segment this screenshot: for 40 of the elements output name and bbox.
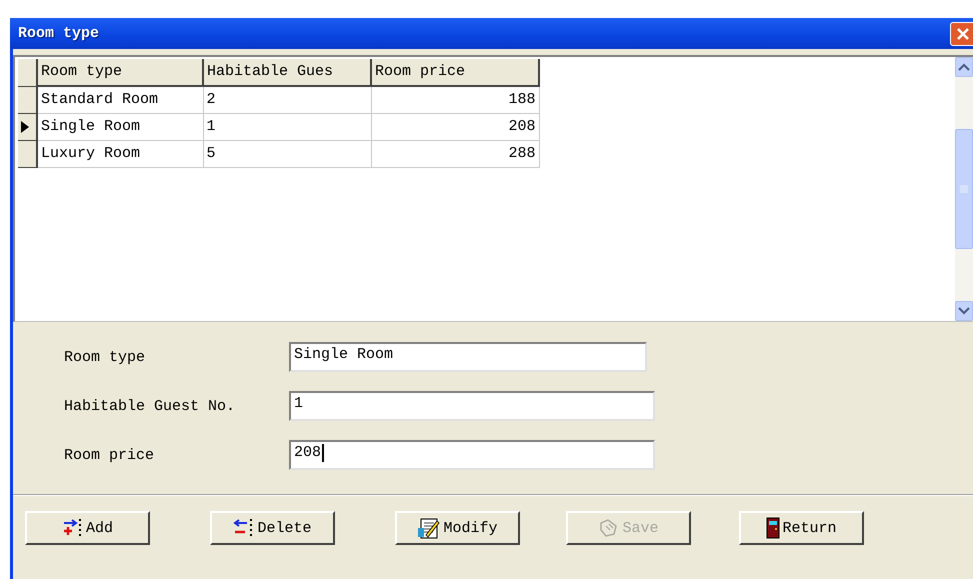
field-label: Room price	[64, 446, 156, 464]
document-pencil-icon	[417, 517, 442, 539]
door-icon	[766, 517, 780, 539]
action-button[interactable]: Delete	[210, 511, 335, 545]
grip-icon	[960, 185, 968, 193]
table-cell: Luxury Room	[37, 140, 203, 168]
row-header[interactable]	[18, 86, 37, 114]
column-header[interactable]: Room type	[37, 59, 203, 86]
table-cell: 2	[203, 86, 371, 114]
input-field[interactable]: 1	[289, 391, 655, 421]
field-label: Habitable Guest No.	[64, 398, 236, 414]
table-cell: 5	[203, 140, 371, 168]
current-row-icon	[21, 121, 29, 133]
column-header[interactable]: Room price	[371, 59, 539, 86]
row-header[interactable]	[18, 140, 37, 168]
table-cell: 1	[203, 114, 371, 140]
column-header[interactable]: Habitable Gues	[203, 59, 371, 86]
table-cell: 188	[371, 86, 539, 114]
close-icon	[956, 26, 970, 40]
action-button[interactable]: Return	[739, 511, 864, 545]
table-cell: 288	[371, 140, 539, 168]
window-title: Room type	[18, 25, 100, 42]
arrow-plus-icon	[62, 518, 84, 538]
close-button[interactable]	[950, 22, 973, 46]
table-cell: 208	[371, 114, 539, 140]
action-button[interactable]: Add	[25, 511, 150, 545]
scroll-bar[interactable]	[955, 57, 973, 321]
row-header[interactable]	[18, 114, 37, 140]
chevron-down-icon	[958, 307, 970, 315]
table-cell: Standard Room	[37, 86, 203, 114]
input-field[interactable]: 208	[289, 440, 655, 470]
scroll-thumb[interactable]	[955, 129, 973, 249]
input-field[interactable]: Single Room	[289, 342, 647, 372]
scroll-up-button[interactable]	[955, 57, 973, 77]
field-label: Room type	[64, 348, 146, 366]
row-header	[18, 59, 37, 86]
table-cell: Single Room	[37, 114, 203, 140]
chevron-up-icon	[958, 63, 970, 71]
scroll-down-button[interactable]	[955, 301, 973, 321]
action-button[interactable]: Modify	[395, 511, 520, 545]
